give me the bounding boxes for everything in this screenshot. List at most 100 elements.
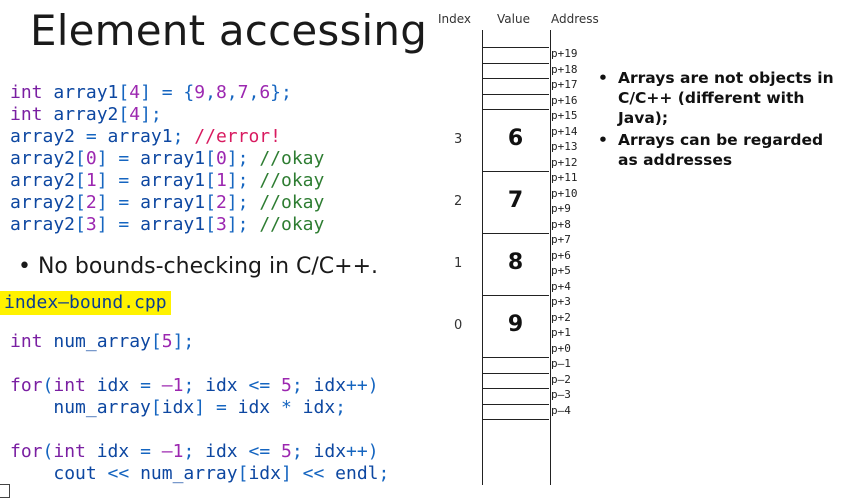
- address-label: p+2: [551, 310, 571, 324]
- code-token: ;: [183, 441, 206, 462]
- code-token: array2: [10, 192, 76, 213]
- code-token: =: [129, 375, 162, 396]
- code-token: ];: [140, 104, 162, 125]
- memory-divider: [482, 388, 549, 389]
- address-label: p+3: [551, 295, 571, 308]
- code-token: 5: [161, 331, 173, 352]
- code-token: [: [150, 397, 162, 418]
- code-token: array1: [107, 126, 173, 147]
- code-token: num_array: [140, 463, 238, 484]
- code-token: array2: [10, 148, 76, 169]
- note-item: • Arrays can be regarded as addresses: [598, 131, 824, 169]
- filename-label: index–bound.cpp: [0, 291, 171, 315]
- code-token: ];: [226, 214, 260, 235]
- address-label: p–2: [551, 372, 571, 386]
- element-index: 2: [454, 194, 463, 209]
- code-token: num_array: [53, 397, 151, 418]
- code-token: 2: [85, 192, 97, 213]
- code-token: 9: [194, 82, 206, 103]
- code-token: [: [205, 192, 216, 213]
- code-token: for: [10, 441, 43, 462]
- memory-divider: [482, 78, 549, 79]
- code-line: int num_array[5];: [10, 331, 389, 353]
- memory-divider: [482, 403, 549, 405]
- notes: • Arrays are not objects in C/C++ (differ…: [598, 68, 848, 172]
- code-line: for(int idx = –1; idx <= 5; idx++): [10, 375, 389, 397]
- element-value: 7: [507, 188, 524, 213]
- code-line: int array1[4] = {9,8,7,6};: [10, 82, 324, 104]
- code-token: [: [75, 214, 86, 235]
- code-token: [: [75, 170, 86, 191]
- code-token: [: [75, 148, 86, 169]
- code-token: ] =: [96, 170, 141, 191]
- code-token: [: [118, 82, 130, 103]
- address-label: p+1: [551, 326, 571, 339]
- code-token: [: [205, 170, 216, 191]
- code-token: ;: [291, 441, 314, 462]
- element-value: 6: [507, 126, 524, 151]
- code-token: ];: [172, 331, 195, 352]
- code-token: ++): [346, 375, 379, 396]
- code-token: ] =: [96, 214, 141, 235]
- code-token: 6: [259, 82, 271, 103]
- code-token: int: [53, 441, 97, 462]
- address-label: p+14: [551, 124, 578, 138]
- address-label: p+7: [551, 233, 571, 246]
- code-token: //okay: [259, 148, 325, 169]
- code-token: array1: [140, 148, 206, 169]
- code-token: 3: [215, 214, 227, 235]
- code-token: //okay: [259, 170, 325, 191]
- code-line: array2[2] = array1[2]; //okay: [10, 192, 324, 214]
- code-token: [: [237, 463, 249, 484]
- address-label: p+12: [551, 155, 578, 169]
- element-value: 8: [507, 250, 524, 275]
- address-label: p+13: [551, 140, 578, 153]
- code-token: 7: [237, 82, 249, 103]
- code-token: 5: [281, 375, 292, 396]
- memory-divider: [482, 419, 549, 420]
- element-index: 1: [454, 256, 463, 271]
- code-line: array2 = array1; //error!: [10, 126, 324, 148]
- address-label: p+4: [551, 279, 571, 293]
- code-line: int array2[4];: [10, 104, 324, 126]
- code-line: num_array[idx] = idx * idx;: [10, 397, 389, 419]
- code-token: *: [270, 397, 303, 418]
- code-token: 3: [85, 214, 97, 235]
- code-token: ,: [248, 82, 260, 103]
- code-token: 0: [215, 148, 227, 169]
- memory-divider: [482, 93, 549, 95]
- code-token: int: [10, 82, 54, 103]
- code-line: for(int idx = –1; idx <= 5; idx++): [10, 441, 389, 463]
- address-label: p–1: [551, 357, 571, 370]
- code-token: 4: [129, 82, 141, 103]
- code-line: array2[0] = array1[0]; //okay: [10, 148, 324, 170]
- code-token: array1: [140, 170, 206, 191]
- memory-divider: [482, 62, 549, 64]
- slide-corner-icon: [0, 484, 10, 498]
- code-token: 1: [215, 170, 227, 191]
- code-token: <=: [237, 375, 281, 396]
- code-token: <=: [237, 441, 281, 462]
- code-token: array2: [10, 126, 76, 147]
- address-label: p+17: [551, 78, 578, 91]
- code-token: for: [10, 375, 43, 396]
- code-token: 0: [85, 148, 97, 169]
- memory-divider: [482, 372, 549, 374]
- code-token: idx: [302, 397, 336, 418]
- code-token: ;: [378, 463, 390, 484]
- memory-divider: [482, 47, 549, 48]
- element-index: 0: [454, 318, 463, 333]
- code-token: ++): [346, 441, 379, 462]
- code-token: //okay: [259, 214, 325, 235]
- element-value: 9: [507, 312, 524, 337]
- code-token: ;: [335, 397, 347, 418]
- code-token: 8: [215, 82, 227, 103]
- code-token: 2: [215, 192, 227, 213]
- address-header: Address: [551, 12, 599, 26]
- code-token: cout: [53, 463, 97, 484]
- code-token: //okay: [259, 192, 325, 213]
- address-label: p+19: [551, 47, 578, 60]
